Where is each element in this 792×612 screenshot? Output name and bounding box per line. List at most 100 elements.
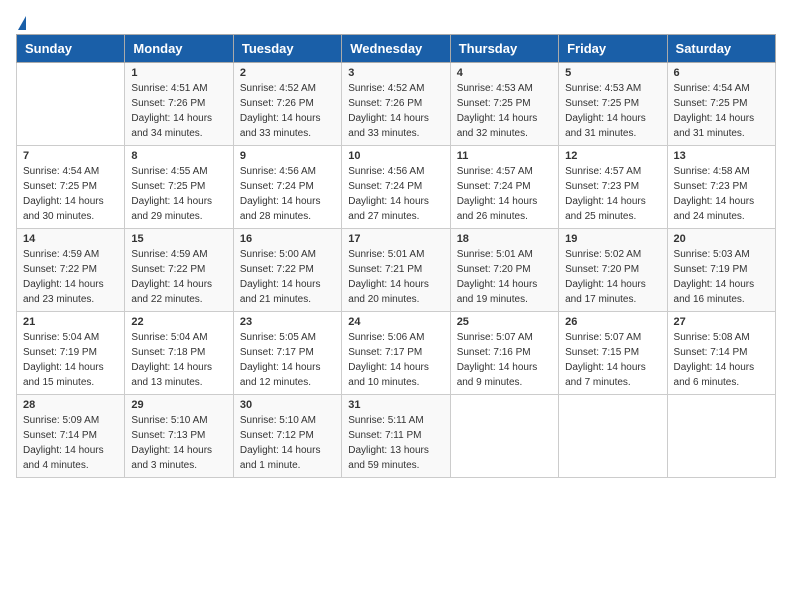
day-number: 31 <box>348 399 443 411</box>
daylight-text: Daylight: 14 hours and 32 minutes. <box>457 113 538 139</box>
week-row-3: 14 Sunrise: 4:59 AM Sunset: 7:22 PM Dayl… <box>17 229 776 312</box>
sunset-text: Sunset: 7:15 PM <box>565 347 639 358</box>
sunset-text: Sunset: 7:12 PM <box>240 430 314 441</box>
day-number: 29 <box>131 399 226 411</box>
sunrise-text: Sunrise: 5:06 AM <box>348 332 424 343</box>
day-number: 19 <box>565 233 660 245</box>
cell-info: Sunrise: 5:01 AM Sunset: 7:21 PM Dayligh… <box>348 247 443 307</box>
sunset-text: Sunset: 7:11 PM <box>348 430 421 441</box>
daylight-text: Daylight: 14 hours and 24 minutes. <box>674 196 755 222</box>
day-number: 5 <box>565 67 660 79</box>
sunrise-text: Sunrise: 4:56 AM <box>348 166 424 177</box>
day-number: 12 <box>565 150 660 162</box>
daylight-text: Daylight: 14 hours and 3 minutes. <box>131 445 212 471</box>
calendar-cell: 16 Sunrise: 5:00 AM Sunset: 7:22 PM Dayl… <box>233 229 341 312</box>
cell-info: Sunrise: 4:52 AM Sunset: 7:26 PM Dayligh… <box>348 81 443 141</box>
sunrise-text: Sunrise: 4:59 AM <box>23 249 99 260</box>
sunset-text: Sunset: 7:20 PM <box>457 264 531 275</box>
cell-info: Sunrise: 5:07 AM Sunset: 7:15 PM Dayligh… <box>565 330 660 390</box>
calendar-cell: 24 Sunrise: 5:06 AM Sunset: 7:17 PM Dayl… <box>342 312 450 395</box>
sunset-text: Sunset: 7:21 PM <box>348 264 422 275</box>
sunrise-text: Sunrise: 5:04 AM <box>131 332 207 343</box>
calendar-cell: 1 Sunrise: 4:51 AM Sunset: 7:26 PM Dayli… <box>125 63 233 146</box>
cell-info: Sunrise: 4:53 AM Sunset: 7:25 PM Dayligh… <box>565 81 660 141</box>
sunrise-text: Sunrise: 5:08 AM <box>674 332 750 343</box>
sunset-text: Sunset: 7:17 PM <box>348 347 422 358</box>
daylight-text: Daylight: 14 hours and 7 minutes. <box>565 362 646 388</box>
calendar-cell: 27 Sunrise: 5:08 AM Sunset: 7:14 PM Dayl… <box>667 312 775 395</box>
sunrise-text: Sunrise: 5:04 AM <box>23 332 99 343</box>
col-header-thursday: Thursday <box>450 35 558 63</box>
sunrise-text: Sunrise: 4:55 AM <box>131 166 207 177</box>
day-number: 24 <box>348 316 443 328</box>
cell-info: Sunrise: 5:10 AM Sunset: 7:12 PM Dayligh… <box>240 413 335 473</box>
day-number: 30 <box>240 399 335 411</box>
sunrise-text: Sunrise: 5:01 AM <box>348 249 424 260</box>
calendar-table: SundayMondayTuesdayWednesdayThursdayFrid… <box>16 34 776 478</box>
cell-info: Sunrise: 5:02 AM Sunset: 7:20 PM Dayligh… <box>565 247 660 307</box>
daylight-text: Daylight: 13 hours and 59 minutes. <box>348 445 429 471</box>
calendar-cell: 30 Sunrise: 5:10 AM Sunset: 7:12 PM Dayl… <box>233 395 341 478</box>
cell-info: Sunrise: 4:52 AM Sunset: 7:26 PM Dayligh… <box>240 81 335 141</box>
cell-info: Sunrise: 4:51 AM Sunset: 7:26 PM Dayligh… <box>131 81 226 141</box>
sunrise-text: Sunrise: 4:53 AM <box>457 83 533 94</box>
daylight-text: Daylight: 14 hours and 33 minutes. <box>240 113 321 139</box>
sunrise-text: Sunrise: 5:10 AM <box>240 415 316 426</box>
day-number: 23 <box>240 316 335 328</box>
cell-info: Sunrise: 5:08 AM Sunset: 7:14 PM Dayligh… <box>674 330 769 390</box>
sunrise-text: Sunrise: 4:54 AM <box>674 83 750 94</box>
calendar-cell <box>17 63 125 146</box>
week-row-1: 1 Sunrise: 4:51 AM Sunset: 7:26 PM Dayli… <box>17 63 776 146</box>
daylight-text: Daylight: 14 hours and 9 minutes. <box>457 362 538 388</box>
col-header-tuesday: Tuesday <box>233 35 341 63</box>
day-number: 27 <box>674 316 769 328</box>
cell-info: Sunrise: 4:59 AM Sunset: 7:22 PM Dayligh… <box>23 247 118 307</box>
day-number: 7 <box>23 150 118 162</box>
day-number: 25 <box>457 316 552 328</box>
daylight-text: Daylight: 14 hours and 4 minutes. <box>23 445 104 471</box>
sunset-text: Sunset: 7:26 PM <box>240 98 314 109</box>
col-header-saturday: Saturday <box>667 35 775 63</box>
cell-info: Sunrise: 5:05 AM Sunset: 7:17 PM Dayligh… <box>240 330 335 390</box>
sunrise-text: Sunrise: 5:09 AM <box>23 415 99 426</box>
calendar-cell: 7 Sunrise: 4:54 AM Sunset: 7:25 PM Dayli… <box>17 146 125 229</box>
sunset-text: Sunset: 7:19 PM <box>23 347 97 358</box>
cell-info: Sunrise: 5:00 AM Sunset: 7:22 PM Dayligh… <box>240 247 335 307</box>
logo <box>16 16 28 26</box>
sunrise-text: Sunrise: 5:03 AM <box>674 249 750 260</box>
daylight-text: Daylight: 14 hours and 27 minutes. <box>348 196 429 222</box>
calendar-cell: 5 Sunrise: 4:53 AM Sunset: 7:25 PM Dayli… <box>559 63 667 146</box>
day-number: 14 <box>23 233 118 245</box>
daylight-text: Daylight: 14 hours and 22 minutes. <box>131 279 212 305</box>
daylight-text: Daylight: 14 hours and 29 minutes. <box>131 196 212 222</box>
calendar-cell: 17 Sunrise: 5:01 AM Sunset: 7:21 PM Dayl… <box>342 229 450 312</box>
daylight-text: Daylight: 14 hours and 26 minutes. <box>457 196 538 222</box>
sunrise-text: Sunrise: 5:00 AM <box>240 249 316 260</box>
sunrise-text: Sunrise: 5:05 AM <box>240 332 316 343</box>
cell-info: Sunrise: 5:04 AM Sunset: 7:19 PM Dayligh… <box>23 330 118 390</box>
sunrise-text: Sunrise: 4:56 AM <box>240 166 316 177</box>
sunrise-text: Sunrise: 4:59 AM <box>131 249 207 260</box>
calendar-cell: 11 Sunrise: 4:57 AM Sunset: 7:24 PM Dayl… <box>450 146 558 229</box>
calendar-cell: 21 Sunrise: 5:04 AM Sunset: 7:19 PM Dayl… <box>17 312 125 395</box>
sunset-text: Sunset: 7:23 PM <box>565 181 639 192</box>
week-row-5: 28 Sunrise: 5:09 AM Sunset: 7:14 PM Dayl… <box>17 395 776 478</box>
calendar-cell: 29 Sunrise: 5:10 AM Sunset: 7:13 PM Dayl… <box>125 395 233 478</box>
calendar-cell <box>667 395 775 478</box>
calendar-cell: 20 Sunrise: 5:03 AM Sunset: 7:19 PM Dayl… <box>667 229 775 312</box>
day-number: 3 <box>348 67 443 79</box>
sunrise-text: Sunrise: 5:01 AM <box>457 249 533 260</box>
calendar-cell: 13 Sunrise: 4:58 AM Sunset: 7:23 PM Dayl… <box>667 146 775 229</box>
sunrise-text: Sunrise: 5:07 AM <box>457 332 533 343</box>
calendar-cell: 3 Sunrise: 4:52 AM Sunset: 7:26 PM Dayli… <box>342 63 450 146</box>
calendar-cell: 14 Sunrise: 4:59 AM Sunset: 7:22 PM Dayl… <box>17 229 125 312</box>
daylight-text: Daylight: 14 hours and 10 minutes. <box>348 362 429 388</box>
sunrise-text: Sunrise: 4:51 AM <box>131 83 207 94</box>
sunset-text: Sunset: 7:25 PM <box>565 98 639 109</box>
day-number: 18 <box>457 233 552 245</box>
sunset-text: Sunset: 7:17 PM <box>240 347 314 358</box>
cell-info: Sunrise: 4:54 AM Sunset: 7:25 PM Dayligh… <box>674 81 769 141</box>
sunrise-text: Sunrise: 5:07 AM <box>565 332 641 343</box>
daylight-text: Daylight: 14 hours and 28 minutes. <box>240 196 321 222</box>
sunset-text: Sunset: 7:13 PM <box>131 430 205 441</box>
